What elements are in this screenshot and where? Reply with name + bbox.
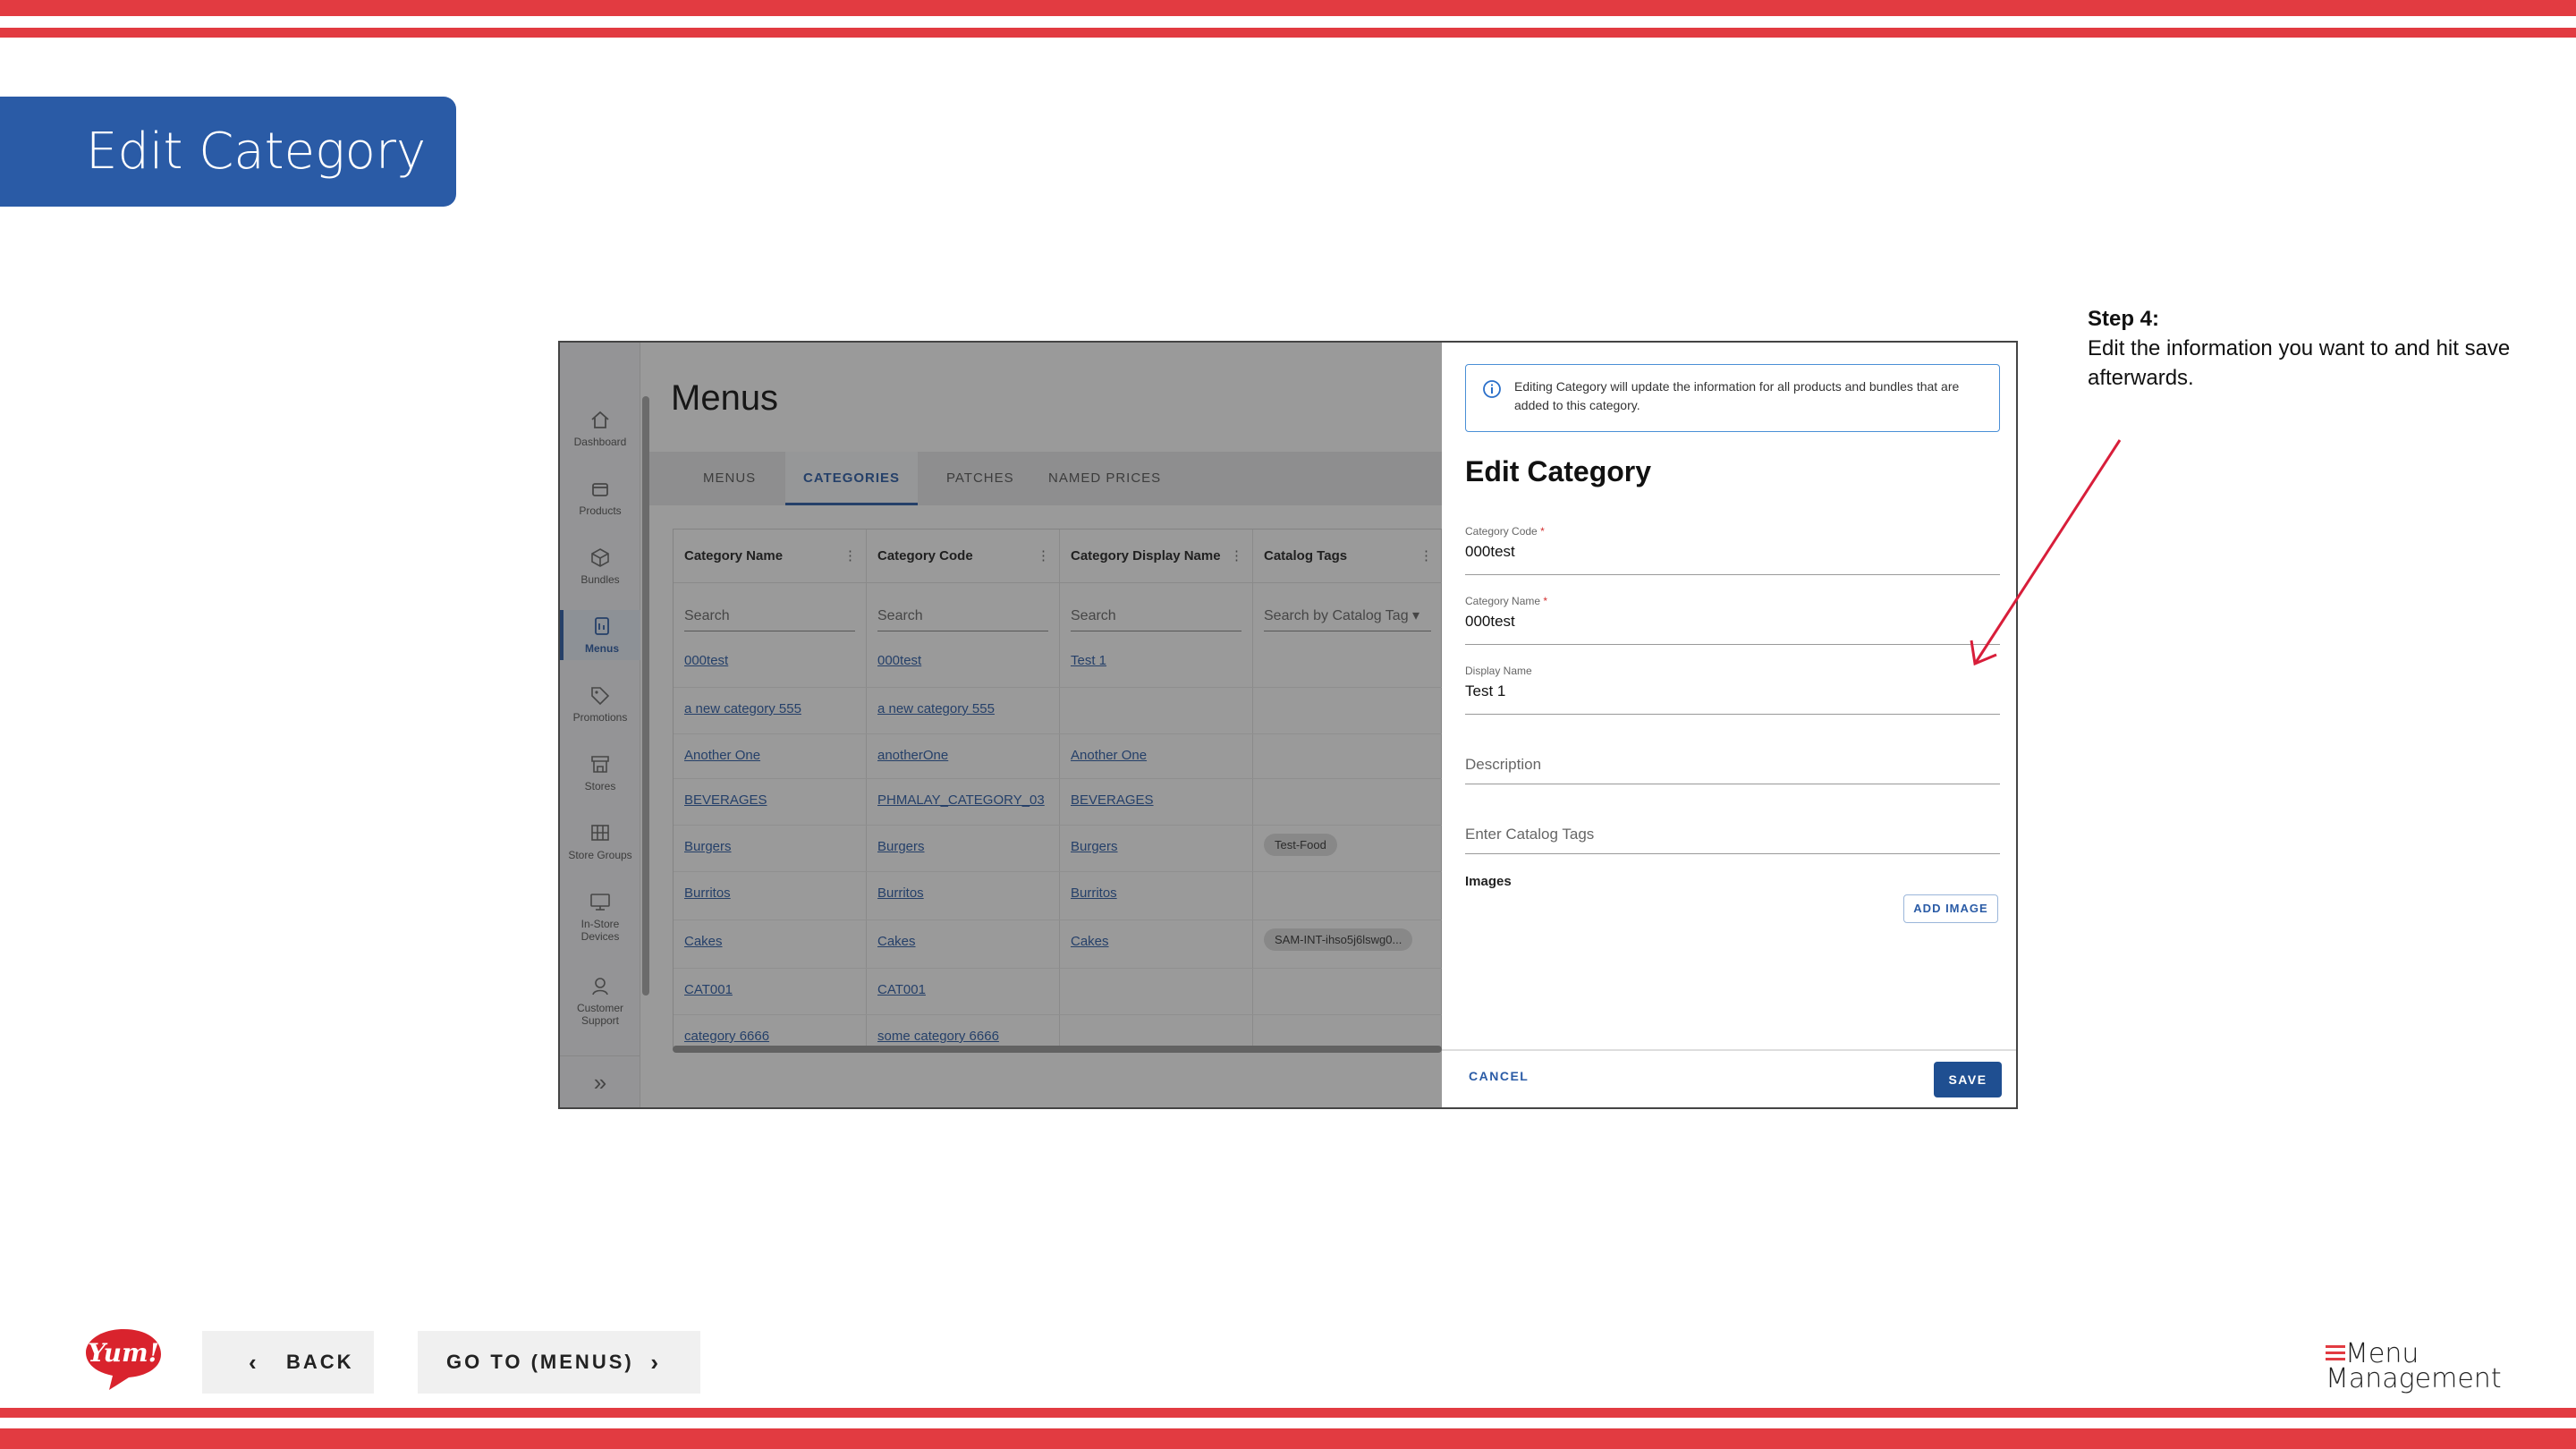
menu-management-logo: Menu Management [2326, 1338, 2502, 1395]
info-alert: Editing Category will update the informa… [1465, 364, 2000, 432]
info-text: Editing Category will update the informa… [1514, 379, 1960, 412]
menus-app: Dashboard Products Bundles Menus Promotions S… [560, 343, 1443, 1107]
bottom-stripe [0, 1428, 2576, 1449]
catalog-tags-placeholder: Enter Catalog Tags [1465, 826, 1595, 843]
panel-footer: CANCEL SAVE [1442, 1049, 2016, 1107]
cancel-button[interactable]: CANCEL [1469, 1069, 1529, 1083]
top-stripe-thin [0, 28, 2576, 38]
back-label: BACK [286, 1351, 354, 1373]
slide-title: Edit Category [0, 97, 456, 207]
bottom-stripe-thin [0, 1408, 2576, 1418]
add-image-button[interactable]: ADD IMAGE [1903, 894, 1998, 923]
chevron-right-icon: › [650, 1349, 661, 1376]
category-code-value: 000test [1465, 543, 1515, 560]
display-name-field[interactable]: Display Name Test 1 [1465, 665, 2000, 715]
display-name-value: Test 1 [1465, 682, 1506, 699]
step-instructions: Step 4: Edit the information you want to… [2088, 304, 2517, 393]
top-stripe [0, 0, 2576, 16]
description-placeholder: Description [1465, 756, 1542, 773]
menu-lines-icon [2326, 1345, 2345, 1363]
edit-category-panel: Editing Category will update the informa… [1442, 343, 2016, 1107]
info-icon [1483, 380, 1501, 398]
go-to-label: GO TO (MENUS) [446, 1351, 634, 1373]
catalog-tags-field[interactable]: Enter Catalog Tags [1465, 804, 2000, 854]
modal-backdrop[interactable] [560, 343, 1442, 1107]
save-button[interactable]: SAVE [1934, 1062, 2002, 1097]
go-to-menus-button[interactable]: GO TO (MENUS) › [418, 1331, 700, 1394]
svg-text:Yum!: Yum! [88, 1338, 159, 1368]
category-name-value: 000test [1465, 613, 1515, 630]
category-code-field[interactable]: Category Code * 000test [1465, 525, 2000, 575]
logo-text-management: Management [2326, 1363, 2502, 1394]
step-text: Edit the information you want to and hit… [2088, 336, 2511, 390]
yum-logo: Yum! [86, 1329, 161, 1390]
annotation-arrow [1970, 439, 2122, 666]
images-label: Images [1465, 874, 1512, 889]
app-screenshot: Dashboard Products Bundles Menus Promotions S… [558, 341, 2018, 1109]
category-code-label: Category Code * [1465, 525, 1545, 538]
step-heading: Step 4: [2088, 307, 2160, 331]
display-name-label: Display Name [1465, 665, 1532, 677]
description-field[interactable]: Description [1465, 734, 2000, 784]
back-button[interactable]: ‹ BACK [202, 1331, 374, 1394]
category-name-label: Category Name * [1465, 595, 1548, 607]
panel-heading: Edit Category [1465, 455, 1652, 487]
chevron-left-icon: ‹ [249, 1349, 259, 1376]
category-name-field[interactable]: Category Name * 000test [1465, 595, 2000, 645]
